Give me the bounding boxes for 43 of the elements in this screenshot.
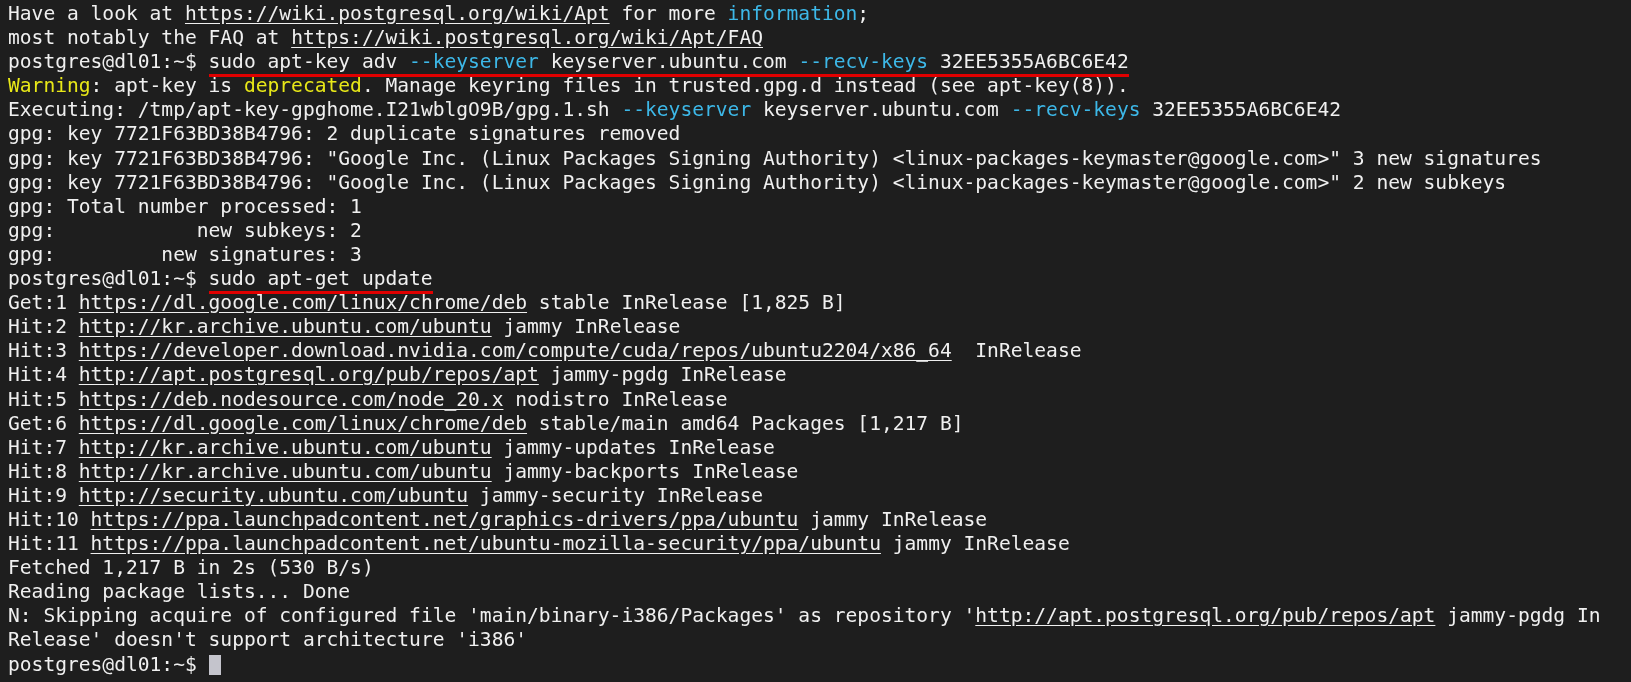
output-line: gpg: new subkeys: 2 [8,218,362,243]
output-line: Hit:7 http://kr.archive.ubuntu.com/ubuntu jammy-updates InRelease [8,435,775,460]
output-line: Hit:9 http://security.ubuntu.com/ubuntu jammy-security InRelease [8,483,763,508]
url-link[interactable]: https://dl.google.com/linux/chrome/deb [78,291,528,315]
output-line: gpg: key 7721F63BD38B4796: 2 duplicate signatures removed [8,122,681,147]
url-link[interactable]: https://wiki.postgresql.org/wiki/Apt [184,2,610,25]
output-line: Hit:2 http://kr.archive.ubuntu.com/ubuntu jammy InRelease [8,315,681,340]
output-line: N: Skipping acquire of configured file 'main/binary-i386/Packages' as repository 'http://apt.postgresql.org/pub/repos/apt jammy-pgdg In [8,604,1601,629]
url-link[interactable]: http://kr.archive.ubuntu.com/ubuntu [78,435,492,459]
url-link[interactable]: https://developer.download.nvidia.com/compute/cuda/repos/ubuntu2204/x86_64 [78,339,952,363]
url-link[interactable]: http://apt.postgresql.org/pub/repos/apt [78,363,539,387]
url-link[interactable]: https://deb.nodesource.com/node_20.x [78,387,504,411]
output-line: Get:6 https://dl.google.com/linux/chrome/deb stable/main amd64 Packages [1,217 B] [8,411,964,436]
cursor-icon [208,654,221,675]
output-line: Release' doesn't support architecture 'i386' [8,628,528,653]
url-link[interactable]: https://wiki.postgresql.org/wiki/Apt/FAQ [291,26,763,50]
output-line: most notably the FAQ at https://wiki.postgresql.org/wiki/Apt/FAQ [8,26,763,51]
url-link[interactable]: http://security.ubuntu.com/ubuntu [78,483,469,507]
url-link[interactable]: http://apt.postgresql.org/pub/repos/apt [975,604,1436,628]
url-link[interactable]: https://dl.google.com/linux/chrome/deb [78,411,528,435]
output-line: Hit:8 http://kr.archive.ubuntu.com/ubuntu jammy-backports InRelease [8,459,799,484]
output-line: Hit:3 https://developer.download.nvidia.com/compute/cuda/repos/ubuntu2204/x86_64 InRelease [8,339,1082,364]
output-line: Hit:11 https://ppa.launchpadcontent.net/ubuntu-mozilla-security/ppa/ubuntu jammy InRelease [8,532,1070,557]
output-line: Fetched 1,217 B in 2s (530 B/s) [8,556,374,581]
prompt-text: postgres@dl01:~$ [8,652,197,677]
output-line: Hit:4 http://apt.postgresql.org/pub/repos/apt jammy-pgdg InRelease [8,363,787,388]
output-line: Reading package lists... Done [8,580,351,605]
output-line: Warning: apt-key is deprecated. Manage keyring files in trusted.gpg.d instead (see apt-key(8)). [8,74,1129,99]
command-line: postgres@dl01:~$ sudo apt-get update [8,267,433,292]
output-line: Hit:10 https://ppa.launchpadcontent.net/graphics-drivers/ppa/ubuntu jammy InRelease [8,507,988,533]
output-line: Have a look at https://wiki.postgresql.org/wiki/Apt for more information; [8,2,870,27]
command-line: postgres@dl01:~$ sudo apt-key adv --keyserver keyserver.ubuntu.com --recv-keys 32EE5355A6BC6E42 [8,50,1129,75]
output-line: gpg: new signatures: 3 [8,242,362,268]
output-line: gpg: key 7721F63BD38B4796: "Google Inc. (Linux Packages Signing Authority) <linux-packages-keymaster@google.com>" 3 new signatures [8,146,1542,171]
output-line: Executing: /tmp/apt-key-gpghome.I21wblgO9B/gpg.1.sh --keyserver keyserver.ubuntu.com --recv-keys 32EE5355A6BC6E42 [8,98,1342,123]
output-line: gpg: Total number processed: 1 [8,194,362,219]
url-link[interactable]: https://ppa.launchpadcontent.net/graphics-drivers/ppa/ubuntu [90,507,799,531]
output-line: gpg: key 7721F63BD38B4796: "Google Inc. (Linux Packages Signing Authority) <linux-packages-keymaster@google.com>" 2 new subkeys [8,170,1507,195]
output-line: Get:1 https://dl.google.com/linux/chrome/deb stable InRelease [1,825 B] [8,291,846,316]
url-link[interactable]: https://ppa.launchpadcontent.net/ubuntu-mozilla-security/ppa/ubuntu [90,532,881,556]
output-line: Hit:5 https://deb.nodesource.com/node_20.x nodistro InRelease [8,387,728,412]
url-link[interactable]: http://kr.archive.ubuntu.com/ubuntu [78,459,492,483]
url-link[interactable]: http://kr.archive.ubuntu.com/ubuntu [78,315,492,339]
